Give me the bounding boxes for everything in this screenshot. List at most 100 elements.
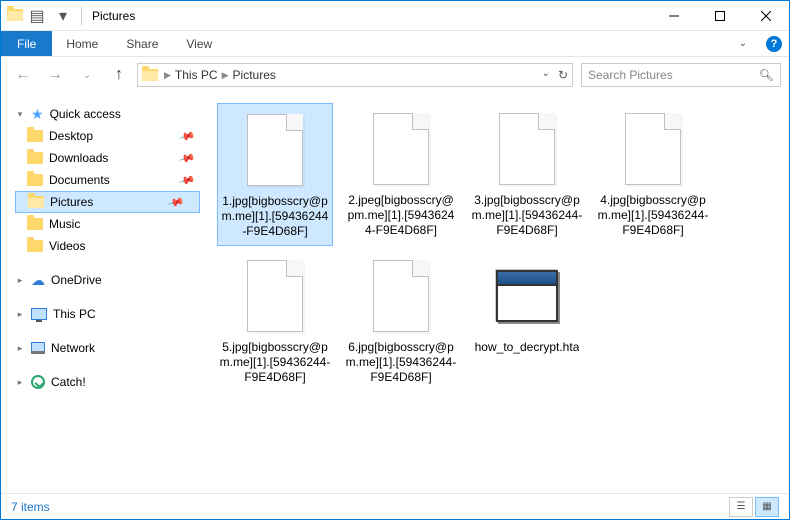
- window-controls: [651, 1, 789, 31]
- sidebar-item-desktop[interactable]: Desktop 📌: [15, 125, 210, 147]
- pin-icon: 📌: [178, 127, 196, 145]
- maximize-button[interactable]: [697, 1, 743, 31]
- nav-recent-button[interactable]: ⌄: [73, 61, 101, 89]
- pin-icon: 📌: [178, 149, 196, 167]
- sidebar-item-label: Downloads: [49, 151, 108, 165]
- file-name: 6.jpg[bigbosscry@pm.me][1].[59436244-F9E…: [345, 340, 457, 385]
- sidebar-label: Catch!: [51, 375, 86, 389]
- chevron-right-icon[interactable]: ▸: [15, 275, 25, 286]
- sidebar-item-pictures[interactable]: Pictures 📌: [15, 191, 200, 213]
- pin-icon: 📌: [167, 193, 185, 211]
- chevron-right-icon[interactable]: ▸: [15, 377, 25, 388]
- file-item[interactable]: 2.jpeg[bigbosscry@pm.me][1].[59436244-F9…: [343, 103, 459, 246]
- tab-share[interactable]: Share: [112, 31, 172, 56]
- nav-back-button[interactable]: ←: [9, 61, 37, 89]
- minimize-button[interactable]: [651, 1, 697, 31]
- file-name: 3.jpg[bigbosscry@pm.me][1].[59436244-F9E…: [471, 193, 583, 238]
- qat-new-folder-icon[interactable]: ▾: [51, 4, 75, 28]
- sidebar-onedrive[interactable]: ▸ ☁ OneDrive: [15, 269, 210, 291]
- sidebar-this-pc[interactable]: ▸ This PC: [15, 303, 210, 325]
- hta-file-icon: [494, 256, 560, 336]
- folder-icon: [27, 130, 43, 142]
- sidebar-item-label: Videos: [49, 239, 85, 253]
- file-name: 5.jpg[bigbosscry@pm.me][1].[59436244-F9E…: [219, 340, 331, 385]
- breadcrumb-pictures[interactable]: Pictures: [231, 68, 278, 82]
- sidebar-item-label: Music: [49, 217, 80, 231]
- file-name: how_to_decrypt.hta: [475, 340, 580, 355]
- sidebar-label: Quick access: [50, 107, 121, 121]
- generic-file-icon: [242, 110, 308, 190]
- folder-icon: [27, 218, 43, 230]
- nav-forward-button[interactable]: →: [41, 61, 69, 89]
- monitor-icon: [31, 308, 47, 320]
- tab-view[interactable]: View: [172, 31, 226, 56]
- sidebar-network[interactable]: ▸ Network: [15, 337, 210, 359]
- tab-file[interactable]: File: [1, 31, 52, 56]
- status-bar: 7 items ☰ ▦: [1, 493, 789, 519]
- address-folder-icon: [142, 69, 158, 81]
- generic-file-icon: [620, 109, 686, 189]
- view-toggle-group: ☰ ▦: [729, 497, 779, 517]
- file-item[interactable]: 1.jpg[bigbosscry@pm.me][1].[59436244-F9E…: [217, 103, 333, 246]
- sidebar-catch[interactable]: ▸ Catch!: [15, 371, 210, 393]
- sidebar-item-label: Desktop: [49, 129, 93, 143]
- navigation-pane: ▾ ★ Quick access Desktop 📌 Downloads 📌 D…: [1, 93, 211, 493]
- generic-file-icon: [368, 109, 434, 189]
- sidebar-item-downloads[interactable]: Downloads 📌: [15, 147, 210, 169]
- folder-icon: [27, 240, 43, 252]
- network-icon: [31, 342, 45, 354]
- breadcrumb-this-pc[interactable]: This PC: [173, 68, 220, 82]
- ribbon-expand-button[interactable]: ⌄: [727, 31, 759, 56]
- file-name: 1.jpg[bigbosscry@pm.me][1].[59436244-F9E…: [220, 194, 330, 239]
- sidebar-item-music[interactable]: Music: [15, 213, 210, 235]
- generic-file-icon: [494, 109, 560, 189]
- generic-file-icon: [368, 256, 434, 336]
- quick-access-toolbar: ▤ ▾ Pictures: [1, 4, 135, 28]
- sidebar-label: This PC: [53, 307, 96, 321]
- file-list[interactable]: 1.jpg[bigbosscry@pm.me][1].[59436244-F9E…: [211, 93, 789, 493]
- file-item[interactable]: 3.jpg[bigbosscry@pm.me][1].[59436244-F9E…: [469, 103, 585, 246]
- file-item[interactable]: 6.jpg[bigbosscry@pm.me][1].[59436244-F9E…: [343, 250, 459, 391]
- chevron-down-icon[interactable]: ▾: [15, 109, 25, 120]
- search-placeholder: Search Pictures: [588, 68, 673, 82]
- content-area: ▾ ★ Quick access Desktop 📌 Downloads 📌 D…: [1, 93, 789, 493]
- help-icon: ?: [766, 36, 782, 52]
- view-details-button[interactable]: ☰: [729, 497, 753, 517]
- app-icon: [7, 8, 23, 24]
- sidebar-item-videos[interactable]: Videos: [15, 235, 210, 257]
- chevron-right-icon[interactable]: ▸: [15, 309, 25, 320]
- nav-up-button[interactable]: ↑: [105, 61, 133, 89]
- qat-properties-icon[interactable]: ▤: [25, 4, 49, 28]
- view-icons-button[interactable]: ▦: [755, 497, 779, 517]
- address-dropdown-button[interactable]: ⌄: [542, 68, 550, 82]
- close-button[interactable]: [743, 1, 789, 31]
- sidebar-item-documents[interactable]: Documents 📌: [15, 169, 210, 191]
- star-icon: ★: [31, 106, 44, 123]
- address-refresh-button[interactable]: ↻: [558, 68, 568, 82]
- close-icon: [761, 11, 771, 21]
- ribbon: File Home Share View ⌄ ?: [1, 31, 789, 57]
- tab-home[interactable]: Home: [52, 31, 112, 56]
- folder-icon: [27, 174, 43, 186]
- chevron-right-icon: ▶: [220, 70, 231, 81]
- title-bar: ▤ ▾ Pictures: [1, 1, 789, 31]
- file-name: 4.jpg[bigbosscry@pm.me][1].[59436244-F9E…: [597, 193, 709, 238]
- minimize-icon: [669, 11, 679, 21]
- divider: [81, 7, 82, 25]
- file-item[interactable]: 5.jpg[bigbosscry@pm.me][1].[59436244-F9E…: [217, 250, 333, 391]
- sidebar-item-label: Documents: [49, 173, 110, 187]
- folder-icon: [28, 196, 44, 208]
- address-bar[interactable]: ▶ This PC ▶ Pictures ⌄ ↻: [137, 63, 573, 87]
- file-item[interactable]: how_to_decrypt.hta: [469, 250, 585, 391]
- pin-icon: 📌: [178, 171, 196, 189]
- sidebar-label: OneDrive: [51, 273, 102, 287]
- navigation-bar: ← → ⌄ ↑ ▶ This PC ▶ Pictures ⌄ ↻ Search …: [1, 57, 789, 93]
- catch-icon: [31, 375, 45, 389]
- help-button[interactable]: ?: [759, 31, 789, 56]
- sidebar-quick-access[interactable]: ▾ ★ Quick access: [15, 103, 210, 125]
- chevron-right-icon[interactable]: ▸: [15, 343, 25, 354]
- search-box[interactable]: Search Pictures 🔍︎: [581, 63, 781, 87]
- file-item[interactable]: 4.jpg[bigbosscry@pm.me][1].[59436244-F9E…: [595, 103, 711, 246]
- item-count: 7 items: [11, 500, 50, 514]
- chevron-right-icon: ▶: [162, 70, 173, 81]
